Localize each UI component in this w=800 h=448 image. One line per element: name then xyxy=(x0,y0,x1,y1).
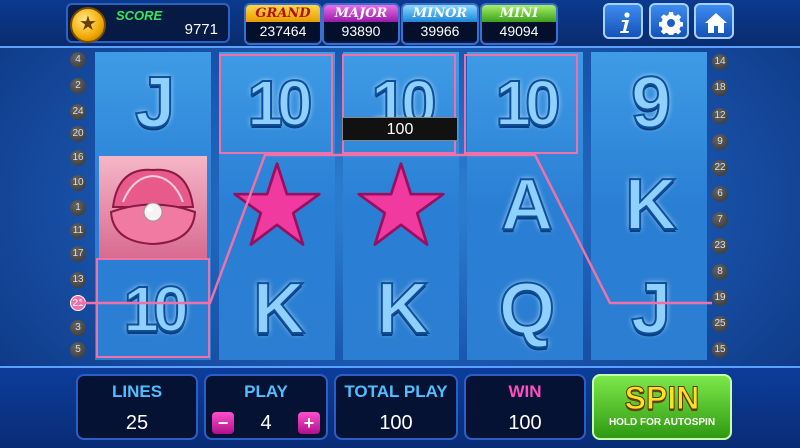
win-panel: WIN 100 xyxy=(464,374,586,440)
spin-label: SPIN xyxy=(624,380,700,417)
win-value: 100 xyxy=(508,412,542,434)
total-play-label: TOTAL PLAY xyxy=(344,382,448,401)
winning-symbol-frame xyxy=(464,54,578,154)
spin-button[interactable]: SPIN HOLD FOR AUTOSPIN xyxy=(592,374,732,440)
total-play-panel: TOTAL PLAY 100 xyxy=(334,374,458,440)
bottom-bar: LINES 25 PLAY − 4 + TOTAL PLAY 100 WIN 1… xyxy=(0,366,800,448)
win-label: WIN xyxy=(508,382,542,401)
bet-plus-button[interactable]: + xyxy=(298,412,320,434)
lines-panel: LINES 25 xyxy=(76,374,198,440)
total-play-value: 100 xyxy=(379,412,413,434)
line-win-amount: 100 xyxy=(342,117,458,141)
winning-symbol-frame xyxy=(219,54,333,154)
autospin-hint: HOLD FOR AUTOSPIN xyxy=(608,417,716,428)
lines-label: LINES xyxy=(111,382,163,401)
winning-symbol-frame xyxy=(96,258,210,358)
lines-value: 25 xyxy=(125,412,149,434)
play-label: PLAY xyxy=(244,382,288,401)
play-panel: PLAY − 4 + xyxy=(204,374,328,440)
slot-game-screen: ★ SCORE 9771 GRAND 237464 MAJOR 93890 MI… xyxy=(0,0,800,448)
